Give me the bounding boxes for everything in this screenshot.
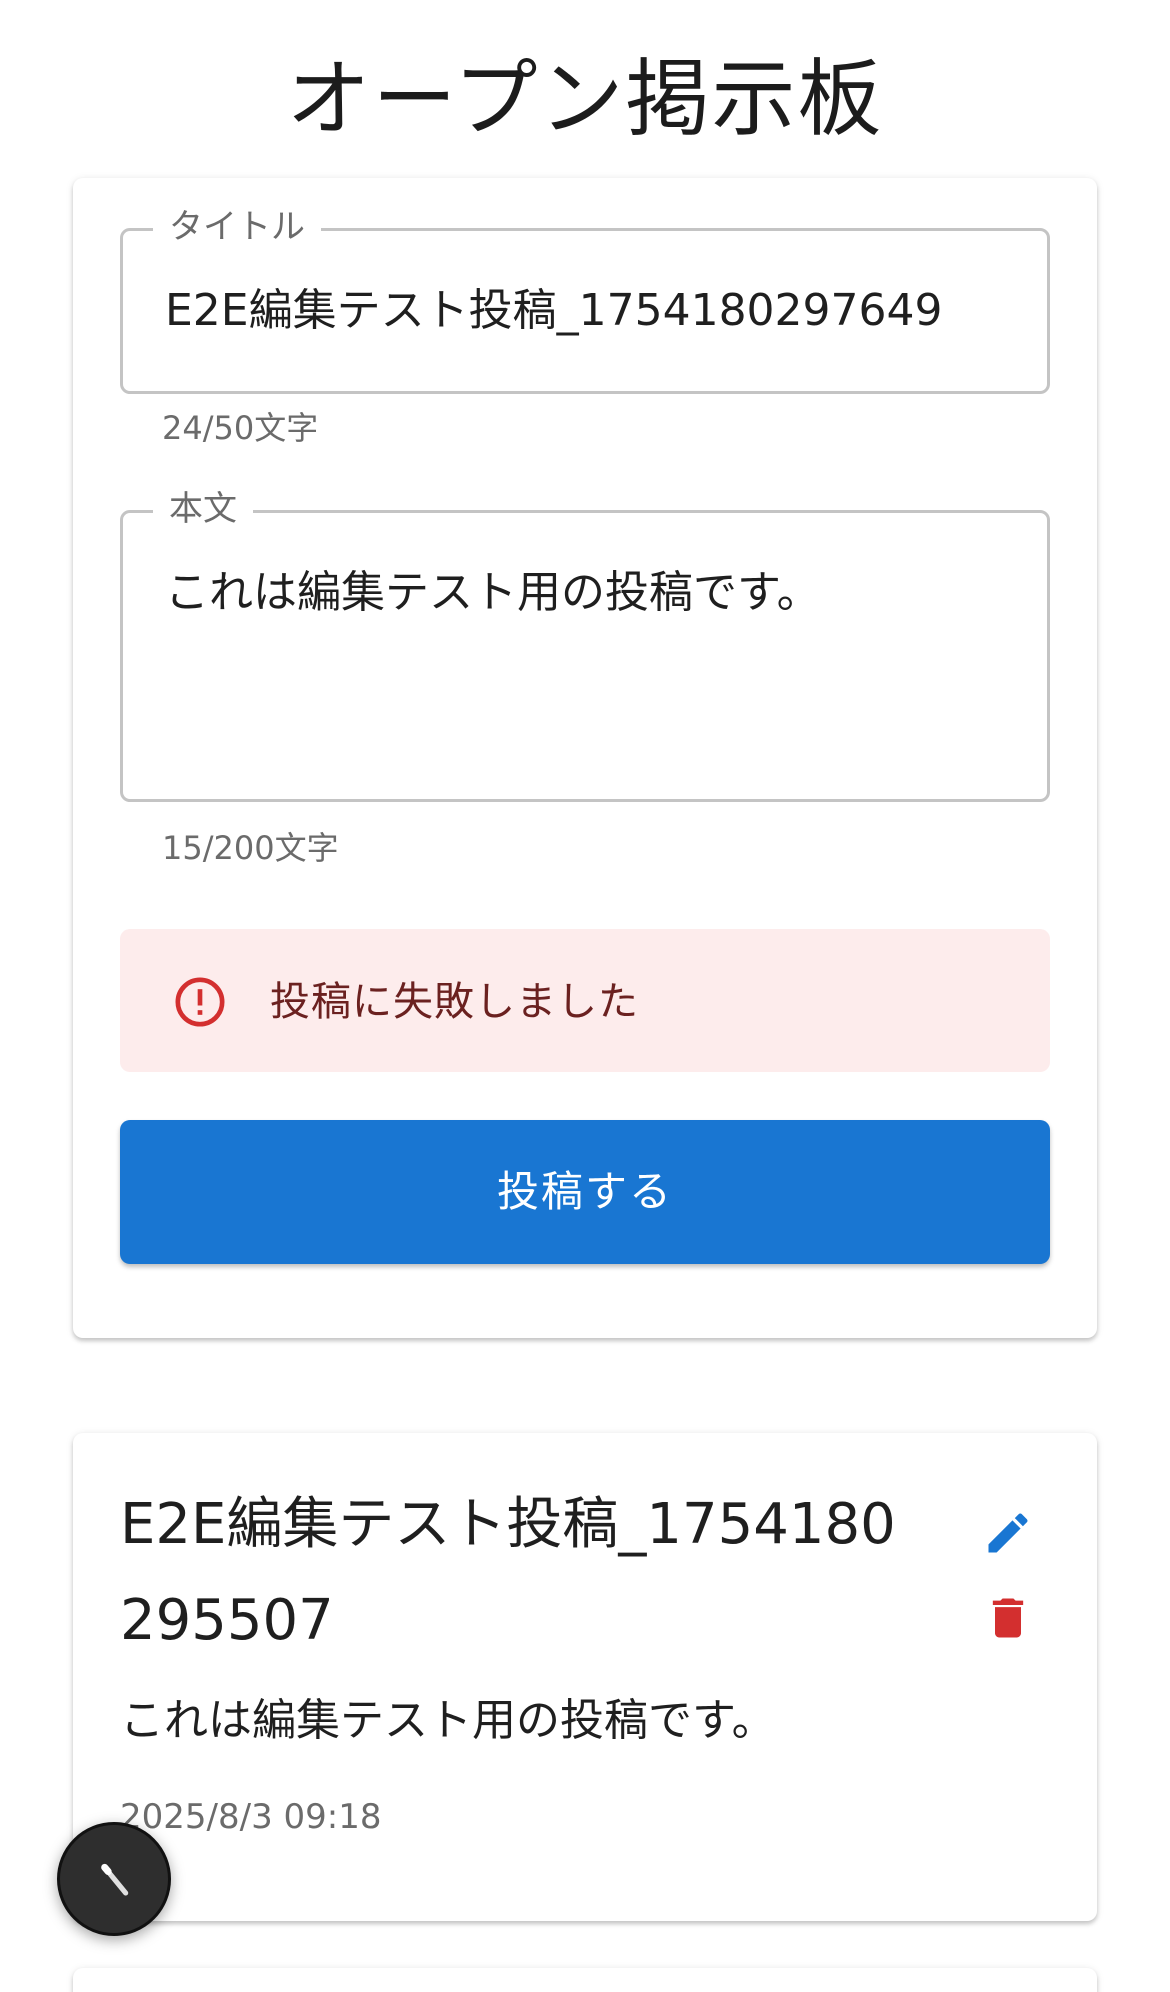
post-timestamp: 2025/8/3 09:18 (120, 1797, 382, 1837)
post-form-card: タイトル E2E編集テスト投稿_1754180297649 24/50文字 本文… (73, 178, 1097, 1338)
body-char-counter: 15/200文字 (162, 829, 339, 867)
title-field[interactable]: タイトル E2E編集テスト投稿_1754180297649 (120, 205, 1050, 394)
body-textarea[interactable]: これは編集テスト用の投稿です。 (165, 563, 1017, 623)
post-card: E2E編集テスト投稿_1754180295507 これは編集テスト用の投稿です。… (73, 1433, 1097, 1921)
post-card-next (73, 1968, 1097, 1992)
error-alert: 投稿に失敗しました (120, 929, 1050, 1072)
edit-post-button[interactable] (968, 1493, 1048, 1573)
title-input[interactable]: E2E編集テスト投稿_1754180297649 (165, 283, 1017, 339)
post-body: これは編集テスト用の投稿です。 (120, 1695, 776, 1746)
body-field[interactable]: 本文 これは編集テスト用の投稿です。 (120, 487, 1050, 802)
wand-icon (101, 1863, 129, 1896)
pencil-icon (988, 1513, 1028, 1553)
body-field-label: 本文 (153, 487, 253, 531)
title-field-label: タイトル (153, 205, 321, 249)
page-title: オープン掲示板 (286, 50, 884, 148)
page: オープン掲示板 タイトル E2E編集テスト投稿_1754180297649 24… (0, 0, 1170, 1992)
post-title: E2E編集テスト投稿_1754180295507 (120, 1492, 896, 1653)
error-alert-message: 投稿に失敗しました (270, 979, 639, 1025)
submit-post-button[interactable]: 投稿する (120, 1120, 1050, 1264)
delete-post-button[interactable] (968, 1578, 1048, 1658)
title-char-counter: 24/50文字 (162, 409, 319, 447)
floating-action-button[interactable] (57, 1822, 171, 1936)
trash-icon (992, 1598, 1024, 1638)
error-outline-icon (175, 977, 225, 1027)
